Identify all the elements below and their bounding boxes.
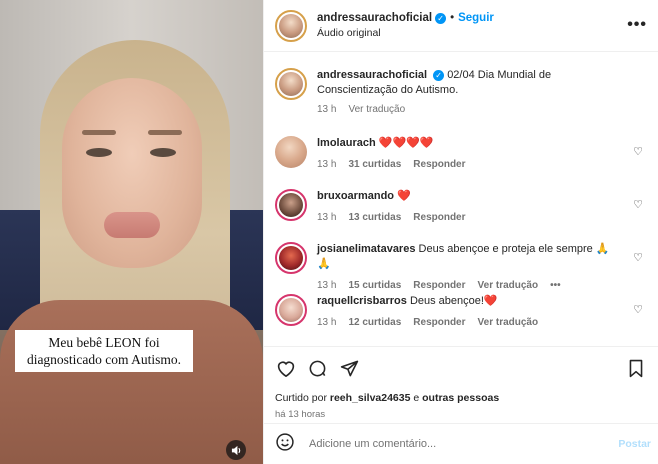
comment-input[interactable]: [309, 438, 599, 450]
post-side-panel: andressaurachoficial ✓ • Seguir Áudio or…: [263, 0, 658, 464]
comment-time[interactable]: 13 h: [317, 317, 336, 328]
like-comment-heart-icon[interactable]: ♡: [633, 198, 643, 211]
avatar[interactable]: [275, 68, 307, 100]
separator-dot: •: [450, 12, 455, 24]
bookmark-icon[interactable]: [628, 359, 644, 381]
video-caption: Meu bebê LEON foi diagnosticado com Auti…: [15, 330, 193, 372]
comments-list: andressaurachoficial ✓ 02/04 Dia Mundial…: [264, 53, 658, 345]
add-comment-bar: Postar: [264, 423, 658, 464]
share-icon[interactable]: [340, 359, 359, 381]
face-shape: [62, 78, 202, 268]
more-options-icon[interactable]: •••: [550, 280, 561, 291]
lips-shape: [104, 212, 160, 238]
translate-link[interactable]: Ver tradução: [478, 317, 539, 328]
liked-prefix: Curtido por: [275, 392, 327, 404]
comment-likes[interactable]: 12 curtidas: [348, 317, 401, 328]
speaker-icon[interactable]: [226, 440, 246, 460]
torso-shape: [0, 300, 263, 464]
avatar[interactable]: [275, 242, 307, 274]
translate-link[interactable]: Ver tradução: [478, 280, 539, 291]
comment-time[interactable]: 13 h: [317, 159, 336, 170]
eye-left: [86, 148, 112, 157]
heart-icon[interactable]: [276, 359, 296, 380]
reply-button[interactable]: Responder: [413, 159, 465, 170]
post-actions: Curtido por reeh_silva24635 e outras pes…: [264, 346, 658, 422]
comment-item: lmolaurach ❤️❤️❤️❤️ 13 h 31 curtidas Res…: [275, 136, 649, 170]
comment-icon[interactable]: [308, 359, 327, 381]
comment-username[interactable]: josianelimatavares: [317, 243, 415, 255]
like-comment-heart-icon[interactable]: ♡: [633, 251, 643, 264]
reply-button[interactable]: Responder: [413, 317, 465, 328]
avatar[interactable]: [275, 294, 307, 326]
avatar[interactable]: [275, 189, 307, 221]
caption-time[interactable]: 13 h: [317, 104, 336, 115]
eye-right: [150, 148, 176, 157]
comment-item: josianelimatavares Deus abençoe e protej…: [275, 242, 649, 291]
audio-link[interactable]: Áudio original: [317, 27, 494, 39]
comment-item: bruxoarmando ❤️ 13 h 13 curtidas Respond…: [275, 189, 649, 223]
header-username[interactable]: andressaurachoficial: [317, 12, 432, 24]
emoji-icon[interactable]: [275, 432, 295, 457]
comment-time[interactable]: 13 h: [317, 212, 336, 223]
eyebrow-right: [148, 130, 182, 135]
avatar[interactable]: [275, 9, 307, 42]
reply-button[interactable]: Responder: [413, 280, 465, 291]
verified-badge-icon: ✓: [435, 12, 447, 24]
caption-username[interactable]: andressaurachoficial: [317, 69, 427, 81]
more-options-icon[interactable]: •••: [627, 16, 647, 34]
comment-item: raquellcrisbarros Deus abençoe!❤️ 13 h 1…: [275, 294, 649, 328]
liked-conj: e: [413, 392, 420, 404]
like-comment-heart-icon[interactable]: ♡: [633, 303, 643, 316]
post-caption: andressaurachoficial ✓ 02/04 Dia Mundial…: [275, 68, 649, 115]
liked-by-user[interactable]: reeh_silva24635: [330, 392, 411, 404]
verified-badge-icon: ✓: [433, 70, 445, 81]
comment-username[interactable]: bruxoarmando: [317, 190, 394, 202]
comment-username[interactable]: raquellcrisbarros: [317, 295, 407, 307]
caption-line-1: Meu bebê LEON foi: [48, 335, 160, 350]
reel-video[interactable]: Meu bebê LEON foi diagnosticado com Auti…: [0, 0, 263, 464]
comment-likes[interactable]: 31 curtidas: [348, 159, 401, 170]
instagram-post-window: Meu bebê LEON foi diagnosticado com Auti…: [0, 0, 658, 464]
comment-text: Deus abençoe!❤️: [409, 295, 498, 307]
post-button[interactable]: Postar: [618, 438, 651, 450]
follow-button[interactable]: Seguir: [458, 12, 494, 24]
reply-button[interactable]: Responder: [413, 212, 465, 223]
comment-text: ❤️: [397, 190, 411, 202]
comment-username[interactable]: lmolaurach: [317, 137, 376, 149]
avatar[interactable]: [275, 136, 307, 168]
caption-translate-link[interactable]: Ver tradução: [348, 104, 405, 115]
caption-line-2: diagnosticado com Autismo.: [26, 352, 182, 367]
post-time[interactable]: há 13 horas: [275, 409, 325, 420]
comment-likes[interactable]: 15 curtidas: [348, 280, 401, 291]
like-comment-heart-icon[interactable]: ♡: [633, 145, 643, 158]
liked-by: Curtido por reeh_silva24635 e outras pes…: [275, 392, 499, 404]
comment-time[interactable]: 13 h: [317, 280, 336, 291]
comment-text: ❤️❤️❤️❤️: [378, 137, 434, 149]
eyebrow-left: [82, 130, 116, 135]
post-header: andressaurachoficial ✓ • Seguir Áudio or…: [264, 0, 658, 52]
liked-others[interactable]: outras pessoas: [422, 392, 499, 404]
comment-likes[interactable]: 13 curtidas: [348, 212, 401, 223]
